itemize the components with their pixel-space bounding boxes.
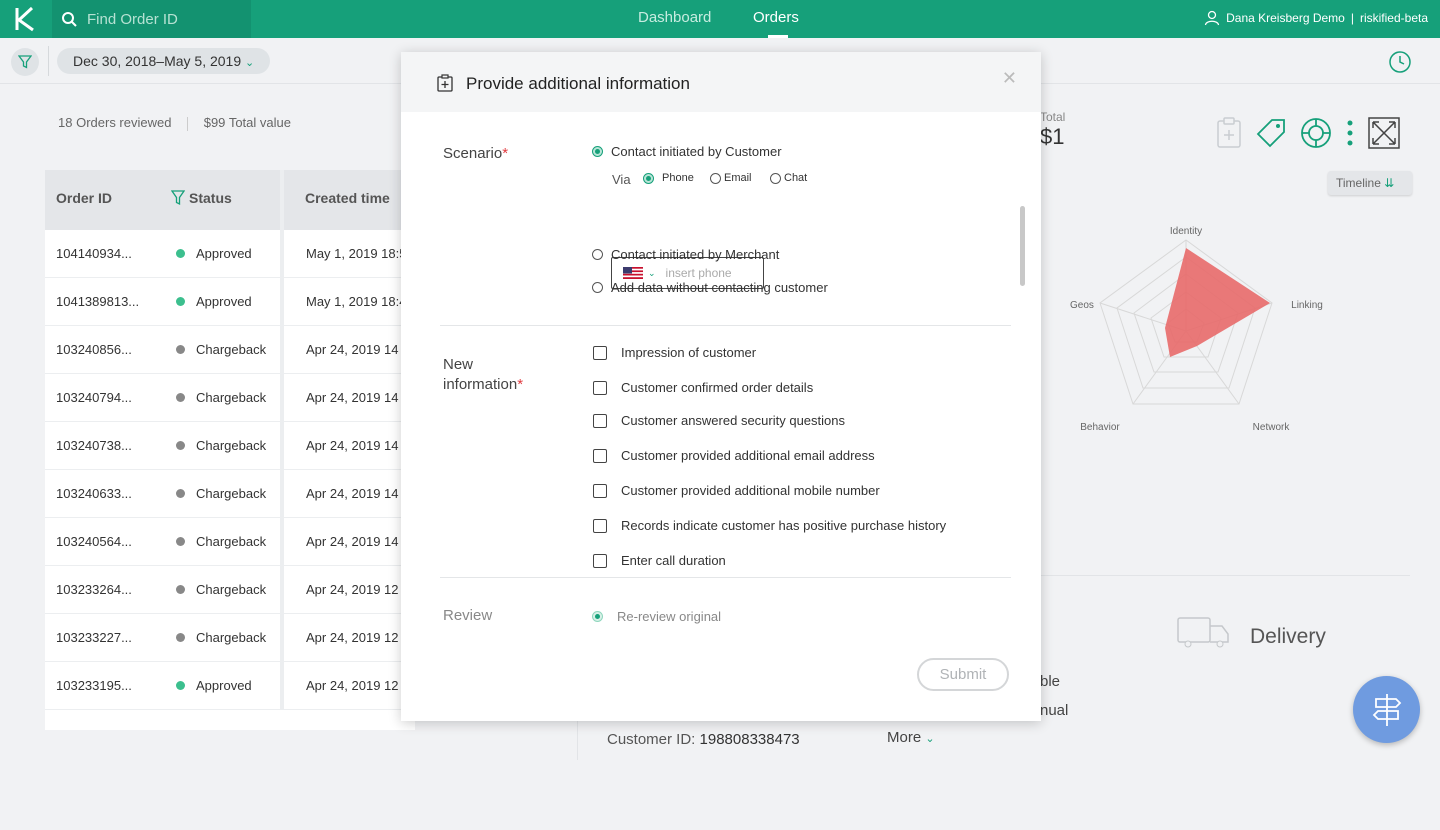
checkbox[interactable] bbox=[593, 553, 607, 568]
account-name: riskified-beta bbox=[1359, 11, 1428, 25]
radio-unselected[interactable] bbox=[710, 172, 721, 184]
modal-title: Provide additional information bbox=[466, 74, 690, 93]
new-info-option[interactable]: Enter call duration bbox=[593, 553, 726, 568]
phone-placeholder: insert phone bbox=[665, 266, 732, 280]
modal-scrollbar[interactable] bbox=[1020, 206, 1025, 286]
new-info-option-label: Records indicate customer has positive p… bbox=[621, 518, 947, 533]
scenario-option-no-contact[interactable]: Add data without contacting customer bbox=[592, 280, 828, 295]
new-info-option-label: Customer answered security questions bbox=[621, 413, 845, 428]
nav-orders[interactable]: Orders bbox=[753, 0, 799, 38]
via-label-text: Via bbox=[612, 172, 631, 187]
user-name: Dana Kreisberg Demo bbox=[1226, 11, 1345, 25]
top-bar: Find Order ID Dashboard Orders Dana Krei… bbox=[0, 0, 1440, 38]
user-separator: | bbox=[1350, 11, 1354, 25]
scenario-label-text: Scenario bbox=[443, 145, 503, 162]
new-info-option[interactable]: Customer provided additional email addre… bbox=[593, 448, 875, 463]
scenario-label: Scenario* bbox=[443, 145, 508, 162]
user-menu[interactable]: Dana Kreisberg Demo | riskified-beta bbox=[1204, 0, 1428, 36]
scenario-option-label: Contact initiated by Customer bbox=[611, 144, 782, 159]
scenario-option-merchant[interactable]: Contact initiated by Merchant bbox=[592, 247, 779, 262]
new-info-option[interactable]: Records indicate customer has positive p… bbox=[593, 518, 946, 533]
nav-dashboard[interactable]: Dashboard bbox=[638, 0, 711, 38]
radio-unselected[interactable] bbox=[592, 249, 603, 260]
riskified-logo[interactable] bbox=[14, 6, 38, 32]
new-info-option[interactable]: Impression of customer bbox=[593, 345, 756, 360]
radio-selected[interactable] bbox=[592, 146, 603, 157]
additional-info-modal: Provide additional information ✕ Scenari… bbox=[401, 52, 1041, 721]
section-divider bbox=[440, 577, 1011, 578]
review-option-label: Re-review original bbox=[617, 609, 722, 624]
required-mark: * bbox=[502, 145, 509, 162]
checkbox[interactable] bbox=[593, 413, 607, 428]
new-info-label-line2: information bbox=[443, 376, 518, 393]
section-divider bbox=[440, 325, 1011, 326]
chevron-down-icon[interactable]: ⌄ bbox=[648, 268, 656, 279]
checkbox[interactable] bbox=[593, 483, 607, 498]
new-info-option-label: Customer confirmed order details bbox=[621, 380, 814, 395]
new-info-label: New information* bbox=[443, 355, 523, 395]
modal-body: Scenario* Contact initiated by Customer … bbox=[401, 112, 1041, 672]
order-search[interactable]: Find Order ID bbox=[52, 0, 251, 38]
via-option-email[interactable]: Email bbox=[710, 172, 752, 184]
search-icon bbox=[62, 11, 77, 27]
new-info-option-label: Enter call duration bbox=[621, 553, 726, 568]
checkbox[interactable] bbox=[593, 380, 607, 395]
clipboard-add-icon bbox=[437, 74, 453, 92]
new-info-option-label: Customer provided additional email addre… bbox=[621, 448, 875, 463]
scenario-option-label: Contact initiated by Merchant bbox=[611, 247, 780, 262]
new-info-option[interactable]: Customer provided additional mobile numb… bbox=[593, 483, 880, 498]
via-option-label: Phone bbox=[662, 172, 694, 184]
review-label: Review bbox=[443, 607, 493, 624]
user-icon bbox=[1204, 10, 1220, 26]
close-icon[interactable]: ✕ bbox=[1002, 68, 1017, 89]
via-option-label: Email bbox=[724, 172, 752, 184]
via-label: Via bbox=[612, 172, 631, 187]
us-flag-icon[interactable] bbox=[623, 267, 643, 279]
review-option-rereview[interactable]: Re-review original bbox=[592, 609, 721, 624]
radio-unselected[interactable] bbox=[592, 282, 603, 293]
new-info-option-label: Customer provided additional mobile numb… bbox=[621, 483, 880, 498]
modal-header: Provide additional information ✕ bbox=[401, 52, 1041, 112]
via-option-phone[interactable]: Phone bbox=[643, 172, 694, 184]
via-option-chat[interactable]: Chat bbox=[770, 172, 807, 184]
scenario-option-label: Add data without contacting customer bbox=[611, 280, 828, 295]
scenario-option-customer[interactable]: Contact initiated by Customer bbox=[592, 144, 782, 159]
via-option-label: Chat bbox=[784, 172, 808, 184]
radio-selected[interactable] bbox=[643, 172, 654, 184]
search-input[interactable]: Find Order ID bbox=[87, 11, 178, 28]
radio-selected[interactable] bbox=[592, 611, 603, 622]
new-info-option[interactable]: Customer confirmed order details bbox=[593, 380, 813, 395]
checkbox[interactable] bbox=[593, 518, 607, 533]
radio-unselected[interactable] bbox=[770, 172, 781, 184]
new-info-option-label: Impression of customer bbox=[621, 345, 757, 360]
checkbox[interactable] bbox=[593, 448, 607, 463]
submit-button[interactable]: Submit bbox=[917, 658, 1009, 691]
required-mark: * bbox=[517, 376, 524, 393]
checkbox[interactable] bbox=[593, 345, 607, 360]
new-info-option[interactable]: Customer answered security questions bbox=[593, 413, 845, 428]
new-info-label-line1: New bbox=[443, 356, 474, 373]
